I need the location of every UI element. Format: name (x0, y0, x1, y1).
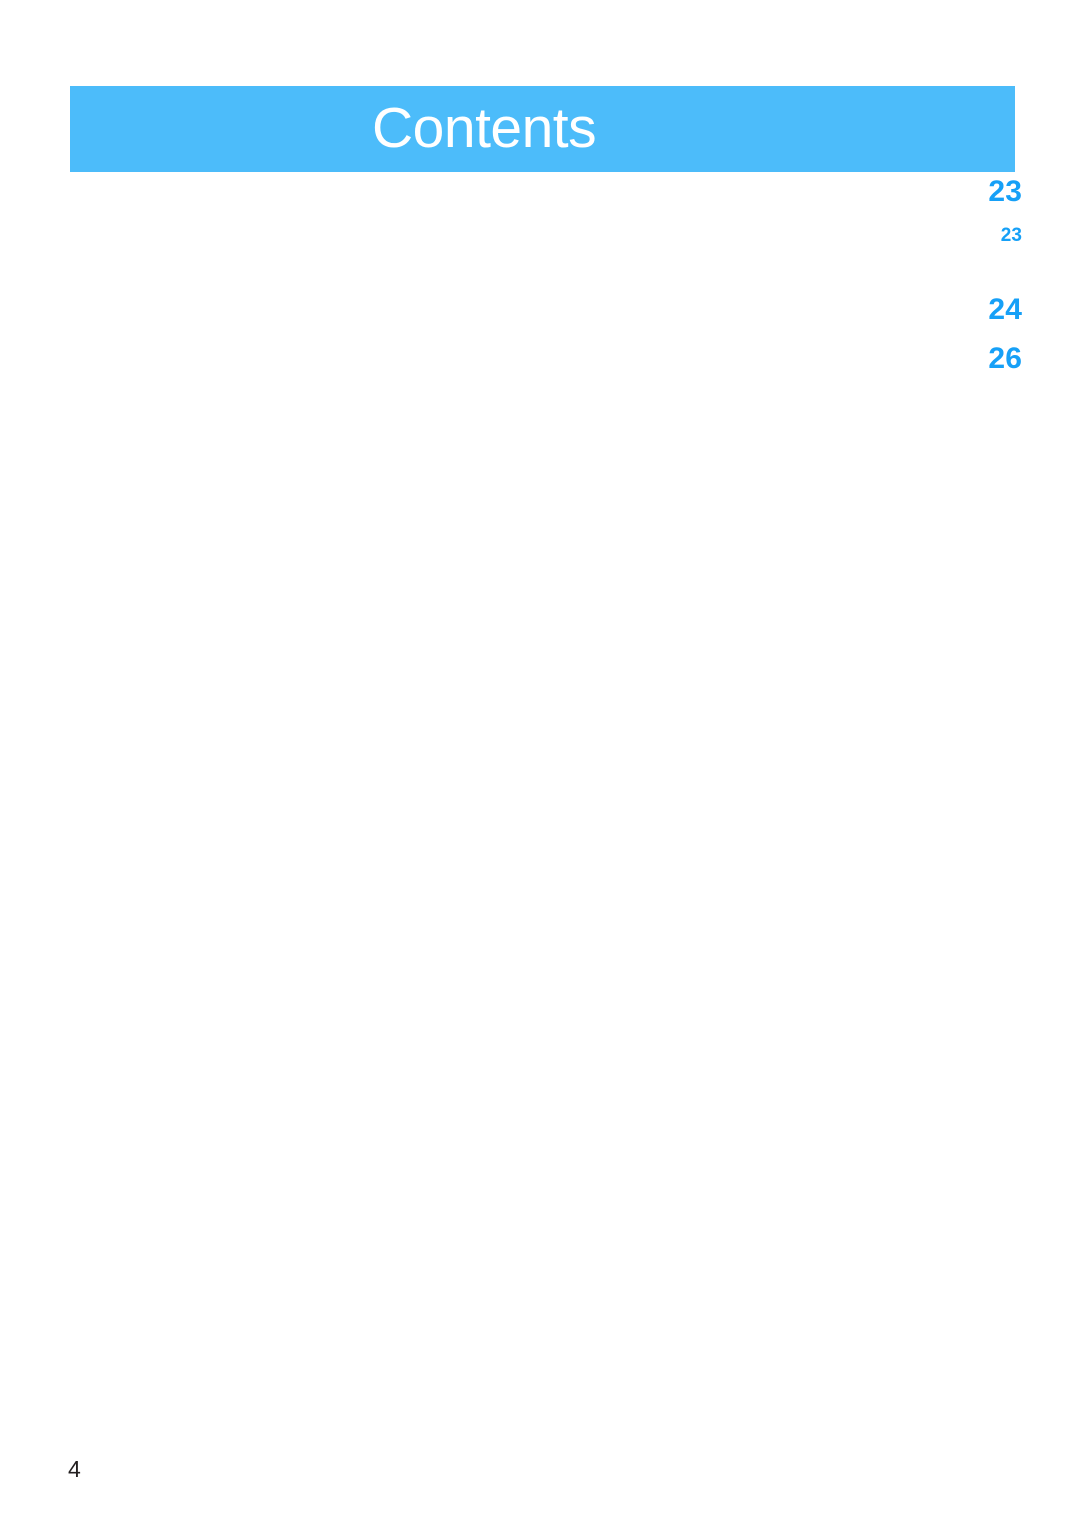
toc-entry-page: 23 (0, 172, 1022, 221)
toc-entry[interactable]: 5 Update your player 23 (0, 172, 1080, 221)
toc-entry-page: 23 (0, 221, 1022, 256)
toc-entry[interactable]: 7 Frequently asked questions 26 (0, 339, 1080, 388)
contents-header-band: Contents (70, 86, 1015, 172)
toc-spacer (0, 256, 1080, 290)
page-folio-number: 4 (68, 1456, 81, 1482)
page-title: Contents (372, 96, 597, 160)
toc-entry[interactable]: 5.1 Manually verify whether your firmwar… (0, 221, 1080, 256)
toc-entry-page: 24 (0, 290, 1022, 339)
document-page: Contents 5 Update your player 23 5.1 Man… (0, 0, 1080, 1527)
toc-entry[interactable]: 6 Technical data 24 (0, 290, 1080, 339)
toc-entry-page: 26 (0, 339, 1022, 388)
table-of-contents: 5 Update your player 23 5.1 Manually ver… (0, 172, 1080, 388)
